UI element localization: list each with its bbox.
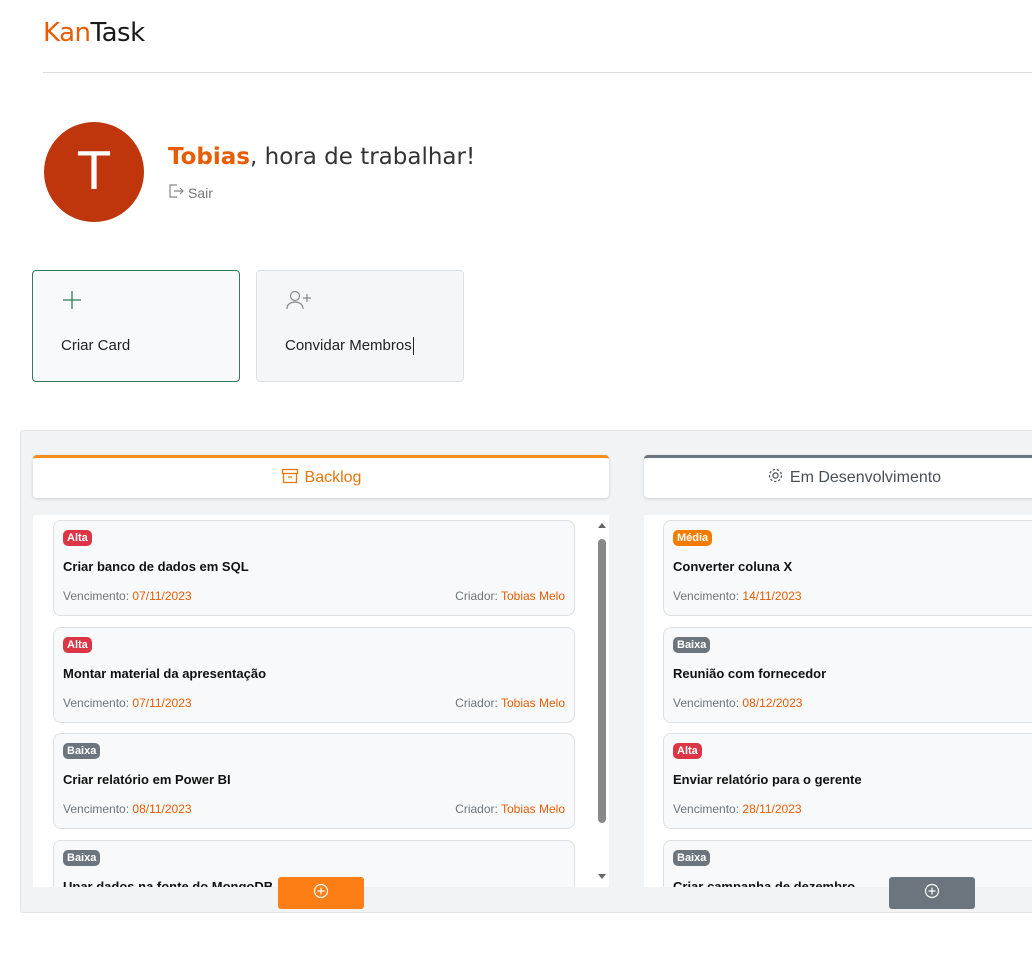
task-title: Converter coluna X (673, 559, 793, 574)
task-title: Montar material da apresentação (63, 666, 267, 681)
task-title: Criar banco de dados em SQL (63, 559, 249, 574)
priority-badge: Alta (63, 530, 92, 546)
task-card[interactable]: Alta Enviar relatório para o gerente Ven… (663, 733, 1032, 829)
task-card[interactable]: Média Converter coluna X Vencimento: 14/… (663, 520, 1032, 616)
task-due: Vencimento: 07/11/2023 (63, 589, 192, 603)
due-date: 28/11/2023 (742, 802, 802, 816)
header-divider (43, 72, 1032, 73)
due-label: Vencimento: (63, 589, 130, 603)
kanban-board: Backlog Em Desenvolvimento Alta Criar ba… (20, 430, 1032, 913)
plus-circle-icon (313, 883, 329, 904)
creator-name: Tobias Melo (500, 589, 565, 603)
task-creator: Criador: Tobias Melo (455, 696, 565, 710)
logout-label: Sair (188, 184, 213, 201)
priority-badge: Média (673, 530, 713, 546)
task-due: Vencimento: 08/12/2023 (673, 696, 802, 710)
due-label: Vencimento: (673, 802, 740, 816)
logout-icon (168, 184, 184, 201)
creator-name: Tobias Melo (500, 696, 565, 710)
archive-icon (281, 468, 299, 489)
scroll-thumb[interactable] (598, 539, 606, 823)
task-title: Upar dados na fonte do MongoDB (63, 879, 274, 887)
task-due: Vencimento: 28/11/2023 (673, 802, 802, 816)
plus-circle-icon (924, 883, 940, 904)
task-due: Vencimento: 07/11/2023 (63, 696, 192, 710)
invite-members-text: Convidar Membros (285, 337, 412, 354)
task-card[interactable]: Baixa Reunião com fornecedor Vencimento:… (663, 627, 1032, 723)
task-due: Vencimento: 08/11/2023 (63, 802, 192, 816)
priority-badge: Baixa (673, 637, 711, 653)
task-card[interactable]: Baixa Criar campanha de dezembro (663, 840, 1032, 887)
due-label: Vencimento: (673, 589, 740, 603)
due-date: 14/11/2023 (742, 589, 802, 603)
text-cursor (412, 337, 414, 356)
user-plus-icon (285, 289, 313, 316)
priority-badge: Alta (673, 743, 702, 759)
due-label: Vencimento: (63, 696, 130, 710)
column-header-em-desenvolvimento[interactable]: Em Desenvolvimento (644, 455, 1032, 498)
due-label: Vencimento: (673, 696, 740, 710)
creator-name: Tobias Melo (500, 802, 565, 816)
column-body-backlog[interactable]: Alta Criar banco de dados em SQL Vencime… (33, 515, 609, 887)
logo-part-kan: Kan (43, 18, 91, 48)
due-date: 07/11/2023 (132, 589, 192, 603)
scroll-down-icon[interactable] (598, 874, 606, 879)
creator-label: Criador: (455, 589, 498, 603)
avatar-initial: T (78, 142, 110, 202)
task-title: Criar relatório em Power BI (63, 772, 231, 787)
task-title: Reunião com fornecedor (673, 666, 827, 681)
column-title: Backlog (304, 469, 362, 486)
create-card-button[interactable]: Criar Card (32, 270, 240, 382)
greeting: Tobias, hora de trabalhar! (168, 144, 475, 170)
scroll-up-icon[interactable] (598, 523, 606, 528)
priority-badge: Alta (63, 637, 92, 653)
task-creator: Criador: Tobias Melo (455, 589, 565, 603)
task-title: Criar campanha de dezembro (673, 879, 856, 887)
plus-icon (61, 289, 83, 316)
avatar: T (44, 122, 144, 222)
task-card[interactable]: Alta Montar material da apresentação Ven… (53, 627, 575, 723)
task-card[interactable]: Baixa Criar relatório em Power BI Vencim… (53, 733, 575, 829)
creator-label: Criador: (455, 802, 498, 816)
task-card[interactable]: Alta Criar banco de dados em SQL Vencime… (53, 520, 575, 616)
column-header-backlog[interactable]: Backlog (33, 455, 609, 498)
due-date: 08/11/2023 (132, 802, 192, 816)
invite-members-label: Convidar Membros (285, 337, 414, 356)
due-date: 08/12/2023 (742, 696, 803, 710)
invite-members-button[interactable]: Convidar Membros (256, 270, 464, 382)
logo-part-task: Task (90, 18, 146, 48)
column-title: Em Desenvolvimento (789, 469, 942, 486)
task-creator: Criador: Tobias Melo (455, 802, 565, 816)
priority-badge: Baixa (63, 850, 101, 866)
logout-link[interactable]: Sair (168, 184, 213, 201)
greeting-text: , hora de trabalhar! (250, 144, 476, 170)
task-due: Vencimento: 14/11/2023 (673, 589, 802, 603)
add-card-em-desenvolvimento-button[interactable] (889, 877, 975, 909)
add-card-backlog-button[interactable] (278, 877, 364, 909)
task-title: Enviar relatório para o gerente (673, 772, 862, 787)
priority-badge: Baixa (673, 850, 711, 866)
due-date: 07/11/2023 (132, 696, 192, 710)
due-label: Vencimento: (63, 802, 130, 816)
priority-badge: Baixa (63, 743, 101, 759)
app-logo: KanTask (43, 18, 145, 48)
user-name: Tobias (168, 144, 250, 170)
creator-label: Criador: (455, 696, 498, 710)
gear-icon (767, 467, 784, 489)
create-card-label: Criar Card (61, 337, 131, 354)
column-body-em-desenvolvimento[interactable]: Média Converter coluna X Vencimento: 14/… (644, 515, 1032, 887)
scrollbar[interactable] (595, 515, 609, 887)
